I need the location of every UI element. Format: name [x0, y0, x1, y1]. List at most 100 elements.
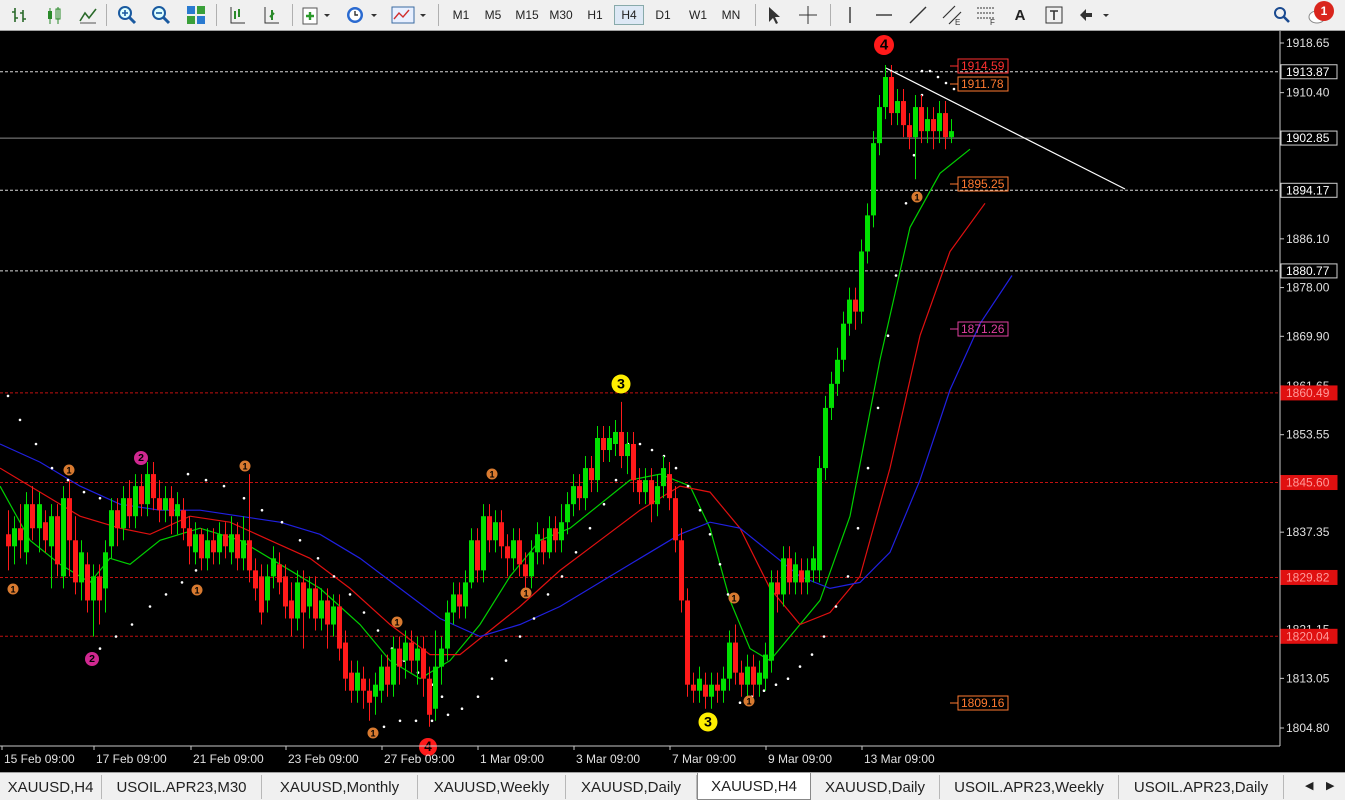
fibonacci-icon[interactable]: F [974, 3, 998, 27]
tab-usoil-apr23-m30[interactable]: USOIL.APR23,M30 [102, 775, 262, 799]
candle-body [901, 101, 906, 126]
candle-body [391, 648, 396, 685]
candle-body [703, 684, 708, 697]
timeframe-m30[interactable]: M30 [546, 5, 576, 25]
tab-xauusd-daily[interactable]: XAUUSD,Daily [811, 775, 940, 799]
sar-dot [546, 593, 550, 596]
candle-body [385, 666, 390, 685]
candle-body [265, 576, 270, 601]
crosshair-icon[interactable] [796, 3, 820, 27]
tab-next-icon[interactable]: ▶ [1326, 779, 1334, 792]
candle-body [613, 431, 618, 445]
timeframe-d1[interactable]: D1 [648, 5, 678, 25]
candle-body [913, 107, 918, 138]
candle-body [469, 540, 474, 583]
tab-xauusd-h4[interactable]: XAUUSD,H4 [697, 773, 811, 800]
candle-body [853, 299, 858, 312]
candle-body [745, 666, 750, 685]
notification-badge[interactable]: 1 [1314, 1, 1334, 21]
search-icon[interactable] [1270, 3, 1294, 27]
trendline-icon[interactable] [906, 3, 930, 27]
tile-windows-icon[interactable] [183, 3, 209, 27]
candle-body [55, 516, 60, 565]
price-chart[interactable]: 43322411111111111 1914.591911.781895.251… [0, 31, 1345, 772]
timeframe-h4[interactable]: H4 [614, 5, 644, 25]
price-tag: 1880.77 [1286, 264, 1330, 278]
candle-body [157, 498, 162, 511]
tab-prev-icon[interactable]: ◀ [1305, 779, 1313, 792]
candle-body [259, 576, 264, 613]
candle-body [895, 101, 900, 114]
candle-body [37, 504, 42, 529]
wave-marker-label: 4 [880, 37, 889, 54]
bar-chart-icon[interactable] [8, 3, 32, 27]
arrows-icon[interactable] [1076, 3, 1112, 27]
sar-dot [34, 442, 38, 446]
sar-dot [490, 677, 494, 680]
candle-body [91, 576, 96, 601]
sar-dot [460, 707, 464, 710]
candle-body [175, 504, 180, 517]
candle-body [685, 600, 690, 685]
horizontal-line-icon[interactable] [872, 3, 896, 27]
cursor-icon[interactable] [762, 3, 786, 27]
candle-body [103, 552, 108, 589]
time-axis-label: 3 Mar 09:00 [576, 752, 640, 766]
candle-body [289, 600, 294, 619]
minor-marker-label: 1 [523, 589, 528, 599]
tab-usoil-apr23-weekly[interactable]: USOIL.APR23,Weekly [940, 775, 1119, 799]
time-axis-label: 1 Mar 09:00 [480, 752, 544, 766]
tab-xauusd-daily[interactable]: XAUUSD,Daily [566, 775, 697, 799]
zoom-out-icon[interactable] [148, 3, 174, 27]
timeframe-w1[interactable]: W1 [683, 5, 713, 25]
candle-body [343, 642, 348, 679]
sar-dot [834, 605, 838, 608]
candle-body [295, 582, 300, 619]
candlestick-icon[interactable] [42, 3, 66, 27]
timeframe-m1[interactable]: M1 [446, 5, 476, 25]
timeframe-mn[interactable]: MN [716, 5, 746, 25]
tab-xauusd-monthly[interactable]: XAUUSD,Monthly [262, 775, 418, 799]
candle-body [139, 486, 144, 505]
sar-dot [66, 478, 70, 482]
timeframe-h1[interactable]: H1 [580, 5, 610, 25]
tab-xauusd-h4[interactable]: XAUUSD,H4 [0, 775, 102, 799]
candle-body [667, 474, 672, 499]
candle-body [871, 143, 876, 216]
channel-icon[interactable]: E [940, 3, 964, 27]
tab-xauusd-weekly[interactable]: XAUUSD,Weekly [418, 775, 566, 799]
candle-body [223, 534, 228, 547]
candle-body [127, 498, 132, 517]
zoom-in-icon[interactable] [114, 3, 140, 27]
timeframe-m15[interactable]: M15 [512, 5, 542, 25]
line-chart-icon[interactable] [76, 3, 100, 27]
history-clock-icon[interactable] [344, 3, 380, 27]
sar-dot [242, 496, 246, 500]
candle-body [775, 582, 780, 595]
candle-body [481, 516, 486, 571]
tab-usoil-apr23-daily[interactable]: USOIL.APR23,Daily [1119, 775, 1284, 799]
sar-dot [866, 466, 870, 470]
price-axis-label: 1886.10 [1286, 232, 1330, 246]
candle-body [319, 600, 324, 619]
candle-body [577, 486, 582, 499]
vertical-line-icon[interactable] [838, 3, 862, 27]
candle-body [631, 444, 636, 481]
templates-icon[interactable] [390, 3, 430, 27]
text-label-icon[interactable] [1042, 3, 1066, 27]
candle-body [445, 612, 450, 649]
candle-body [499, 522, 504, 547]
sar-dot [738, 701, 742, 704]
text-icon[interactable]: A [1008, 3, 1032, 27]
candle-body [859, 251, 864, 312]
sar-dot [130, 623, 134, 626]
time-axis-label: 23 Feb 09:00 [288, 752, 359, 766]
candle-body [379, 666, 384, 691]
chart-shift-icon[interactable] [224, 3, 250, 27]
price-tag: 1894.17 [1286, 183, 1330, 197]
new-order-icon[interactable] [300, 3, 334, 27]
timeframe-m5[interactable]: M5 [478, 5, 508, 25]
time-axis-label: 15 Feb 09:00 [4, 752, 75, 766]
autoscroll-icon[interactable] [258, 3, 284, 27]
price-label: 1895.25 [961, 177, 1005, 191]
